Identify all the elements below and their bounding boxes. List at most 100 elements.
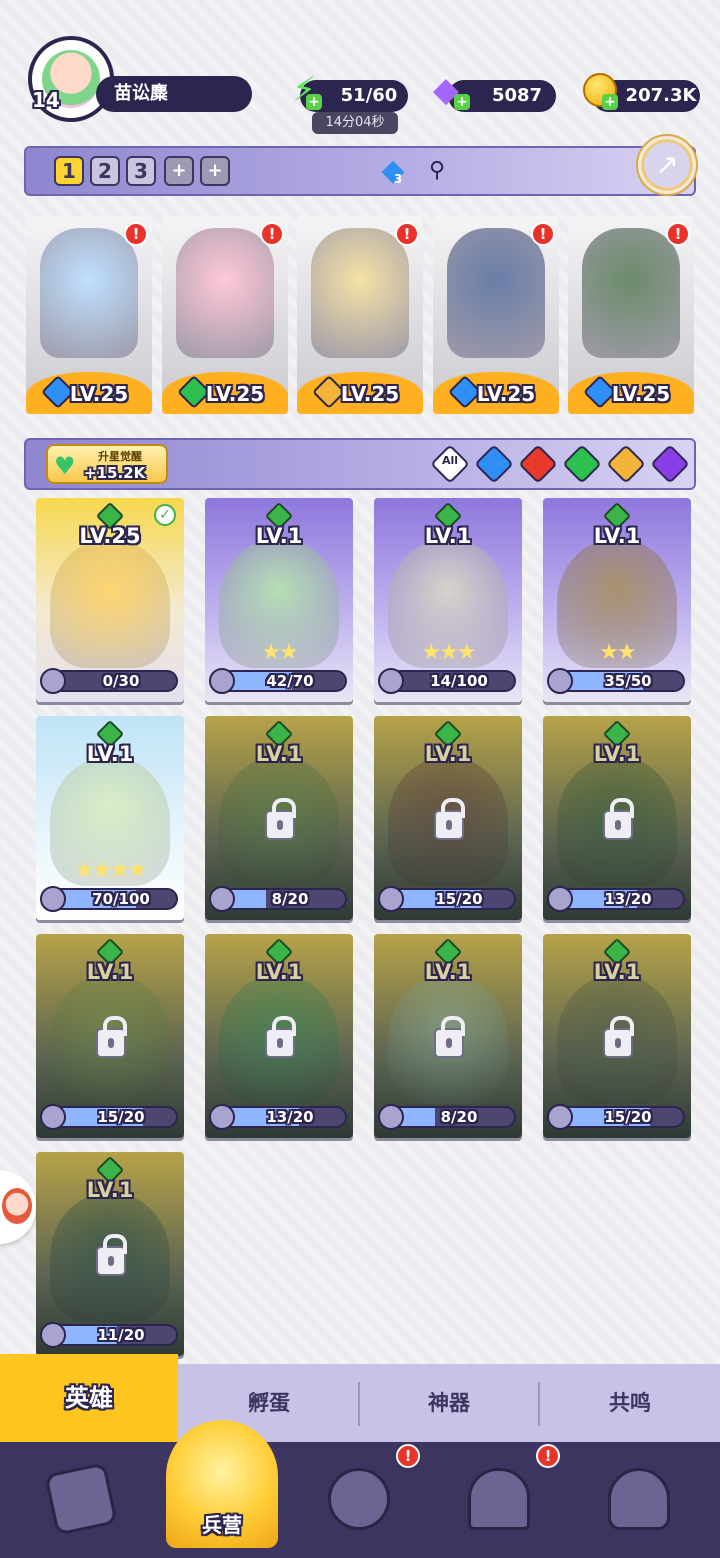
lock-icon (603, 1016, 634, 1058)
team-tab-1[interactable]: 1 (54, 156, 84, 186)
lock-icon (96, 1234, 127, 1276)
lock-icon (434, 798, 465, 840)
hero-card[interactable]: LV.1 8/20 (374, 934, 522, 1138)
team-bar: 1 2 3 + + ◆ 3 ⚲ ↗ (24, 134, 698, 196)
team-add-slot-2[interactable]: + (200, 156, 230, 186)
shard-icon (40, 886, 66, 912)
alert-icon: ! (124, 222, 148, 246)
hero-portrait (311, 228, 409, 358)
lineup-level: LV.25 (340, 382, 400, 406)
energy-value: 51/60 (340, 85, 398, 106)
hero-level: LV.25 (79, 524, 141, 548)
filter-nature-icon[interactable] (562, 444, 602, 484)
hero-card[interactable]: LV.1 11/20 (36, 1152, 184, 1356)
hero-card[interactable]: LV.1 8/20 (205, 716, 353, 920)
add-energy-icon[interactable]: + (306, 94, 322, 110)
team-tab-3[interactable]: 3 (126, 156, 156, 186)
add-coin-icon[interactable]: + (602, 94, 618, 110)
nav-map-alert-icon: ! (396, 1444, 420, 1468)
nav-mushroom[interactable] (594, 1460, 684, 1550)
filter-fire-icon[interactable] (518, 444, 558, 484)
add-gem-icon[interactable]: + (454, 94, 470, 110)
shard-icon (209, 668, 235, 694)
shard-icon (209, 1104, 235, 1130)
shard-icon (547, 668, 573, 694)
filter-bar: ♥ 升星觉醒 +15.2K All (24, 438, 696, 490)
lineup-hero-card[interactable]: LV.25! (568, 216, 694, 414)
search-icon[interactable]: ⚲ (422, 156, 452, 186)
tab-artifacts[interactable]: 神器 (360, 1364, 538, 1442)
shard-icon (209, 886, 235, 912)
hero-portrait (582, 228, 680, 358)
nav-barracks-label: 兵营 (202, 1513, 242, 1537)
lineup-level: LV.25 (611, 382, 671, 406)
nav-temple[interactable] (454, 1460, 544, 1550)
player-level: 14 (32, 88, 60, 112)
lock-icon (96, 1016, 127, 1058)
hero-level: LV.1 (593, 742, 641, 766)
share-icon[interactable]: ↗ (636, 134, 698, 196)
star-rating: ★★ (599, 640, 636, 665)
mushroom-icon (608, 1468, 670, 1530)
hero-level: LV.1 (593, 524, 641, 548)
star-rating: ★★★★ (74, 858, 148, 883)
lock-icon (603, 798, 634, 840)
nav-cards[interactable] (36, 1460, 126, 1550)
alert-icon: ! (531, 222, 555, 246)
hero-portrait (176, 228, 274, 358)
hero-card[interactable]: LV.1 ★★★ 14/100 (374, 498, 522, 702)
lineup-level: LV.25 (476, 382, 536, 406)
awaken-button[interactable]: ♥ 升星觉醒 +15.2K (46, 444, 168, 484)
alert-icon: ! (666, 222, 690, 246)
hero-card[interactable]: LV.1 ★★★★ 70/100 (36, 716, 184, 920)
hero-card[interactable]: LV.1 13/20 (205, 934, 353, 1138)
lineup-hero-card[interactable]: LV.25! (26, 216, 152, 414)
helper-face (2, 1188, 32, 1224)
filter-light-icon[interactable] (606, 444, 646, 484)
player-name: 苗讼麋 (96, 76, 252, 112)
hero-level: LV.1 (255, 960, 303, 984)
hero-level: LV.1 (86, 960, 134, 984)
hero-portrait (447, 228, 545, 358)
star-rating: ★★★ (421, 640, 476, 665)
alert-icon: ! (260, 222, 284, 246)
water-gem-icon: ◆ (381, 153, 405, 188)
shard-icon (40, 1322, 66, 1348)
hero-card[interactable]: LV.25 ✓ 0/30 (36, 498, 184, 702)
hero-card[interactable]: LV.1 ★★ 42/70 (205, 498, 353, 702)
hero-level: LV.1 (593, 960, 641, 984)
lineup-hero-card[interactable]: LV.25! (162, 216, 288, 414)
bottom-nav: 兵营 ! ! (0, 1420, 720, 1558)
coin-value: 207.3K (625, 85, 697, 106)
tab-resonance[interactable]: 共鸣 (540, 1364, 720, 1442)
filter-water-icon[interactable] (474, 444, 514, 484)
lineup-level: LV.25 (69, 382, 129, 406)
hero-card[interactable]: LV.1 15/20 (543, 934, 691, 1138)
team-tab-2[interactable]: 2 (90, 156, 120, 186)
hero-portrait (40, 228, 138, 358)
shard-icon (40, 668, 66, 694)
shard-icon (40, 1104, 66, 1130)
map-icon (328, 1468, 390, 1530)
nav-map[interactable] (314, 1460, 404, 1550)
helper-avatar-tab[interactable] (0, 1170, 36, 1244)
hero-card[interactable]: LV.1 ★★ 35/50 (543, 498, 691, 702)
lineup-hero-card[interactable]: LV.25! (297, 216, 423, 414)
filter-dark-icon[interactable] (650, 444, 690, 484)
hero-level: LV.1 (424, 960, 472, 984)
hero-card[interactable]: LV.1 13/20 (543, 716, 691, 920)
lock-icon (434, 1016, 465, 1058)
tab-heroes[interactable]: 英雄 (0, 1354, 178, 1442)
hero-card[interactable]: LV.1 15/20 (36, 934, 184, 1138)
nav-temple-alert-icon: ! (536, 1444, 560, 1468)
lock-icon (265, 1016, 296, 1058)
team-add-slot-1[interactable]: + (164, 156, 194, 186)
lock-icon (265, 798, 296, 840)
hero-level: LV.1 (255, 524, 303, 548)
lineup-hero-card[interactable]: LV.25! (433, 216, 559, 414)
hero-card[interactable]: LV.1 15/20 (374, 716, 522, 920)
team-gem-count: 3 (394, 172, 403, 186)
nav-barracks[interactable]: 兵营 (166, 1420, 278, 1548)
temple-icon (468, 1468, 530, 1530)
heart-icon: ♥ (54, 452, 76, 480)
